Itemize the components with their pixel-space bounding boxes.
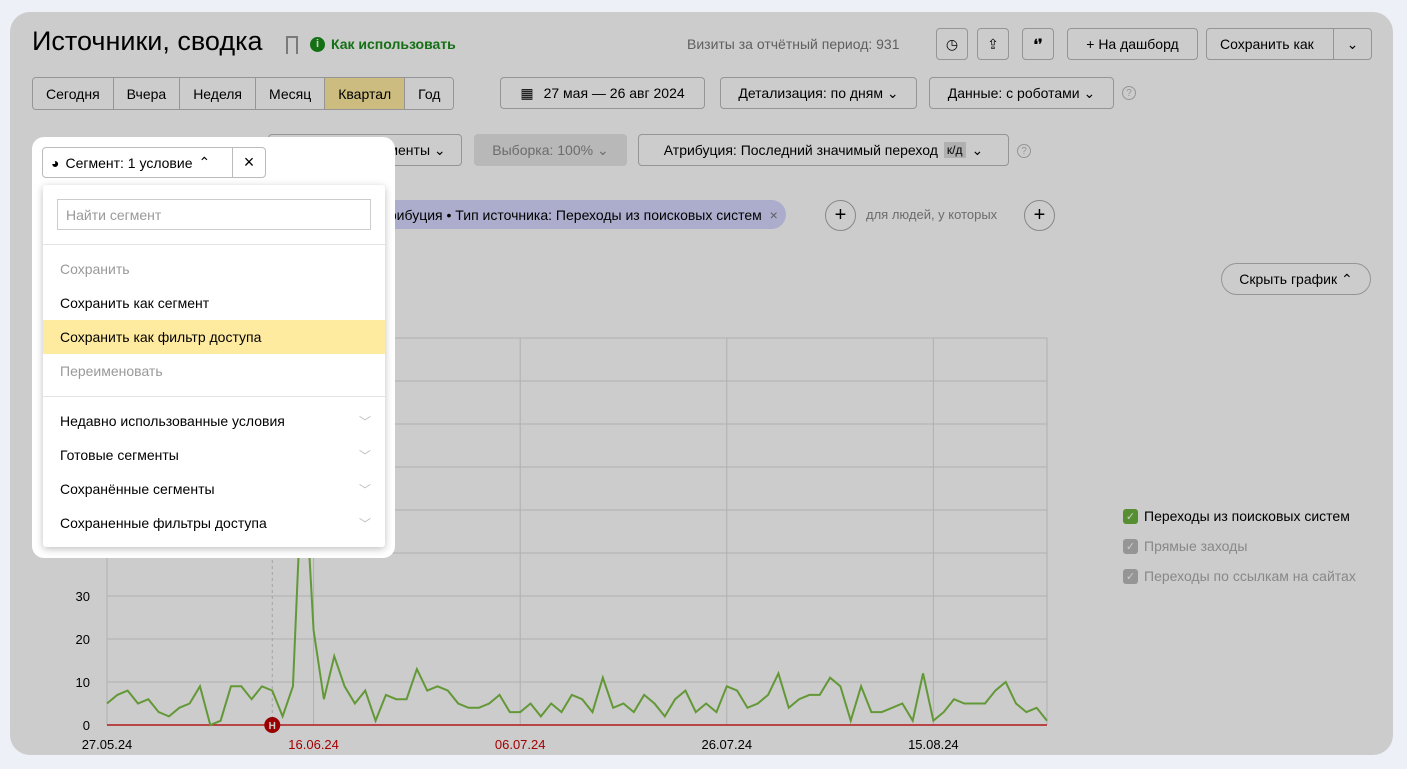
clear-segment-icon[interactable]: × [233, 152, 265, 173]
divider [43, 396, 385, 397]
group-label: Готовые сегменты [60, 447, 179, 463]
menu-item-save: Сохранить [60, 261, 130, 277]
menu-group-access-filters[interactable]: Сохраненные фильтры доступа ﹀ [43, 506, 385, 540]
menu-group-saved[interactable]: Сохранённые сегменты ﹀ [43, 472, 385, 506]
report-card: Источники, сводка i Как использовать Визи… [10, 12, 1393, 755]
chevron-down-icon: ﹀ [358, 414, 371, 429]
segment-button[interactable]: ◕ Сегмент: 1 условие ⌃ × [42, 147, 266, 178]
menu-group-recent[interactable]: Недавно использованные условия ﹀ [43, 404, 385, 438]
chevron-down-icon: ﹀ [358, 448, 371, 463]
menu-item-save-as-access-filter[interactable]: Сохранить как фильтр доступа [43, 320, 385, 354]
chevron-down-icon: ﹀ [358, 482, 371, 497]
group-label: Сохранённые сегменты [60, 481, 215, 497]
chevron-up-icon: ⌃ [198, 154, 211, 170]
group-label: Недавно использованные условия [60, 413, 285, 429]
segment-toggle[interactable]: ◕ Сегмент: 1 условие ⌃ [43, 148, 233, 177]
segment-search-input[interactable]: Найти сегмент [57, 199, 371, 230]
divider [43, 244, 385, 245]
segment-label: Сегмент: 1 условие [65, 154, 193, 171]
segment-popup: ◕ Сегмент: 1 условие ⌃ × Найти сегмент Сох… [32, 137, 395, 558]
chevron-down-icon: ﹀ [358, 516, 371, 531]
menu-item-rename: Переименовать [60, 363, 163, 379]
menu-item-save-as-segment[interactable]: Сохранить как сегмент [43, 286, 385, 320]
pie-chart-icon: ◕ [51, 154, 60, 171]
segment-menu: Найти сегмент Сохранить Сохранить как се… [43, 185, 385, 547]
menu-group-ready[interactable]: Готовые сегменты ﹀ [43, 438, 385, 472]
group-label: Сохраненные фильтры доступа [60, 515, 267, 531]
